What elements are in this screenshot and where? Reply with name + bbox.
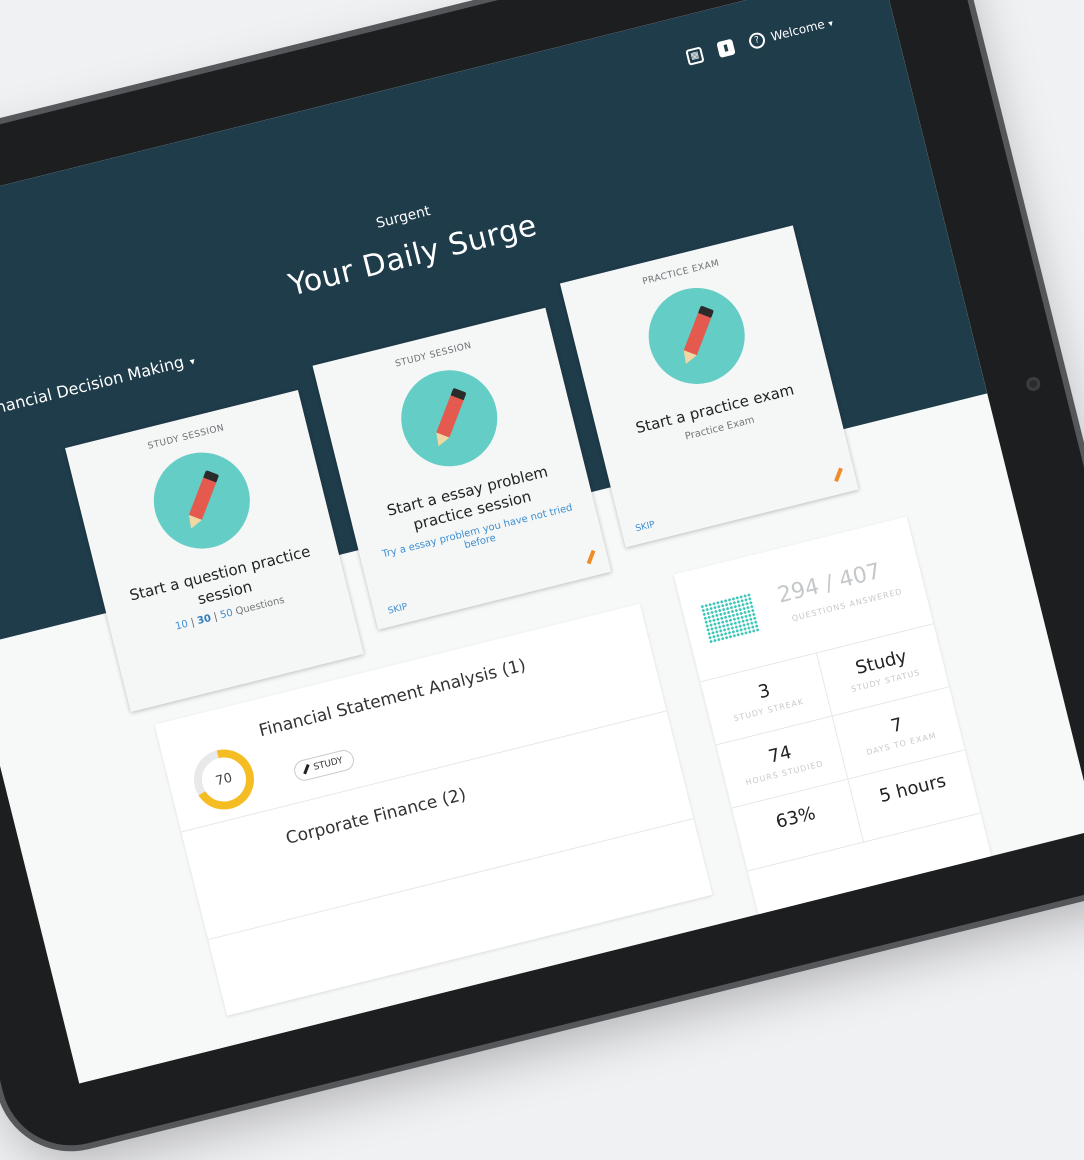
help-icon[interactable]: ?: [747, 30, 767, 51]
study-button[interactable]: STUDY: [291, 747, 356, 783]
welcome-label: Welcome: [769, 16, 827, 44]
option-separator: |: [189, 617, 196, 629]
toolbar-icons: ▦ ▮ ?: [685, 30, 767, 66]
calendar-icon[interactable]: ▦: [685, 46, 705, 66]
topic-score: 70: [197, 752, 251, 807]
edit-icon[interactable]: [586, 549, 596, 565]
question-practice-card[interactable]: STUDY SESSION Start a question practice …: [65, 390, 364, 713]
pencil-icon: [431, 387, 467, 449]
pencil-icon: [184, 470, 220, 532]
progress-ring: 70: [187, 743, 261, 816]
stats-panel: 294 / 407 QUESTIONS ANSWERED 3 STUDY STR…: [673, 516, 999, 944]
option-50[interactable]: 50: [219, 608, 234, 622]
skip-link[interactable]: SKIP: [387, 602, 409, 616]
option-separator: |: [212, 611, 219, 623]
option-30[interactable]: 30: [196, 613, 212, 627]
option-10[interactable]: 10: [174, 619, 189, 633]
card-illustration: [638, 277, 755, 395]
chevron-down-icon: ▾: [188, 356, 197, 369]
pencil-icon: [303, 764, 310, 775]
camera-icon: [1024, 375, 1042, 393]
tablet-device: ▦ ▮ ? Welcome▾ Financial Decision Making…: [0, 0, 1084, 1160]
essay-practice-card[interactable]: STUDY SESSION Start a essay problem prac…: [312, 307, 612, 630]
skip-link[interactable]: SKIP: [634, 520, 656, 534]
card-illustration: [391, 360, 508, 477]
app-screen: ▦ ▮ ? Welcome▾ Financial Decision Making…: [0, 0, 1084, 1084]
edit-icon[interactable]: [834, 467, 843, 483]
practice-exam-card[interactable]: PRACTICE EXAM Start a practice exam Prac…: [559, 225, 859, 548]
dot-grid-icon: [699, 592, 761, 644]
book-icon[interactable]: ▮: [716, 38, 736, 59]
welcome-menu[interactable]: Welcome▾: [769, 15, 834, 44]
pencil-icon: [679, 305, 714, 367]
study-button-label: STUDY: [312, 755, 344, 773]
card-illustration: [143, 442, 261, 559]
chevron-down-icon: ▾: [827, 18, 835, 30]
